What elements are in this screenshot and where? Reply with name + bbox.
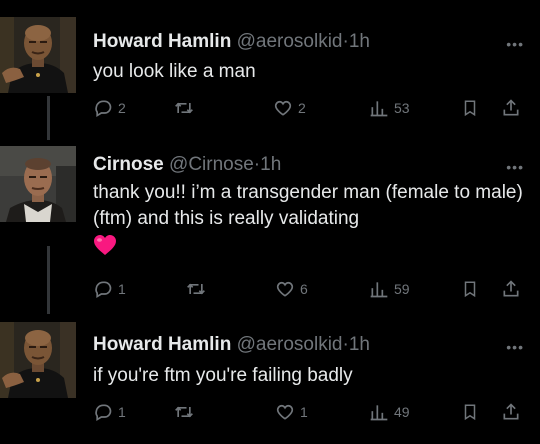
like-button[interactable]: 2 [273, 96, 306, 120]
bookmark-button[interactable] [461, 277, 479, 301]
share-icon [503, 403, 519, 420]
like-icon [274, 100, 292, 116]
reply-icon [95, 100, 112, 117]
bookmark-icon [464, 100, 476, 117]
reply-count: 2 [118, 100, 126, 116]
like-button[interactable]: 1 [275, 400, 308, 424]
tweet-header: Howard Hamlin @aerosolkid·1h [93, 334, 370, 356]
retweet-button[interactable] [173, 96, 195, 120]
bookmark-button[interactable] [461, 96, 479, 120]
user-handle[interactable]: @aerosolkid [237, 31, 343, 52]
share-icon [503, 99, 519, 116]
red-heart-emoji [94, 235, 116, 255]
tweet[interactable]: Cirnose @Cirnose·1h ••• thank you!! i’m … [0, 140, 540, 310]
retweet-button[interactable] [173, 400, 195, 424]
avatar[interactable] [0, 322, 76, 398]
tweet-header: Cirnose @Cirnose·1h [93, 154, 281, 176]
avatar[interactable] [0, 17, 76, 93]
bookmark-button[interactable] [461, 400, 479, 424]
action-bar: 1 6 59 [93, 277, 533, 301]
like-icon [276, 404, 294, 420]
user-handle[interactable]: @aerosolkid [237, 334, 343, 355]
timestamp[interactable]: 1h [260, 154, 281, 175]
tweet-text: if you're ftm you're failing badly [93, 365, 353, 386]
tweet-header: Howard Hamlin @aerosolkid·1h [93, 31, 370, 53]
like-count: 1 [300, 404, 308, 420]
display-name[interactable]: Cirnose [93, 154, 164, 175]
like-button[interactable]: 6 [275, 277, 308, 301]
action-bar: 2 2 53 [93, 96, 533, 120]
views-button[interactable]: 59 [369, 277, 410, 301]
views-button[interactable]: 49 [369, 400, 410, 424]
reply-count: 1 [118, 404, 126, 420]
share-icon [503, 280, 519, 297]
tweet-text: thank you!! i’m a transgender man (femal… [93, 180, 523, 256]
reply-button[interactable]: 2 [93, 96, 126, 120]
retweet-button[interactable] [185, 277, 207, 301]
views-icon [370, 405, 388, 421]
reply-button[interactable]: 1 [93, 277, 126, 301]
tweet[interactable]: Howard Hamlin @aerosolkid·1h ••• if you'… [0, 310, 540, 444]
reply-icon [95, 404, 112, 421]
tweet[interactable]: Howard Hamlin @aerosolkid·1h ••• you loo… [0, 0, 540, 130]
views-icon [370, 282, 388, 298]
user-handle[interactable]: @Cirnose [169, 154, 254, 175]
action-bar: 1 1 49 [93, 400, 533, 424]
reply-button[interactable]: 1 [93, 400, 126, 424]
timestamp[interactable]: 1h [349, 31, 370, 52]
more-options-icon[interactable]: ••• [506, 340, 524, 354]
share-button[interactable] [501, 400, 521, 424]
display-name[interactable]: Howard Hamlin [93, 31, 231, 52]
reply-icon [95, 281, 112, 298]
avatar[interactable] [0, 146, 76, 222]
retweet-icon [175, 406, 193, 418]
like-count: 6 [300, 281, 308, 297]
views-icon [370, 101, 388, 117]
like-icon [276, 281, 294, 297]
views-count: 53 [394, 100, 410, 116]
bookmark-icon [464, 404, 476, 421]
display-name[interactable]: Howard Hamlin [93, 334, 231, 355]
views-count: 59 [394, 281, 410, 297]
bookmark-icon [464, 281, 476, 298]
retweet-icon [175, 102, 193, 114]
retweet-icon [187, 283, 205, 295]
tweet-text: you look like a man [93, 61, 256, 82]
timestamp[interactable]: 1h [349, 334, 370, 355]
views-button[interactable]: 53 [369, 96, 410, 120]
views-count: 49 [394, 404, 410, 420]
reply-count: 1 [118, 281, 126, 297]
more-options-icon[interactable]: ••• [506, 37, 524, 51]
more-options-icon[interactable]: ••• [506, 160, 524, 174]
share-button[interactable] [501, 277, 521, 301]
share-button[interactable] [501, 96, 521, 120]
tweet-text-body: thank you!! i’m a transgender man (femal… [93, 182, 523, 229]
like-count: 2 [298, 100, 306, 116]
